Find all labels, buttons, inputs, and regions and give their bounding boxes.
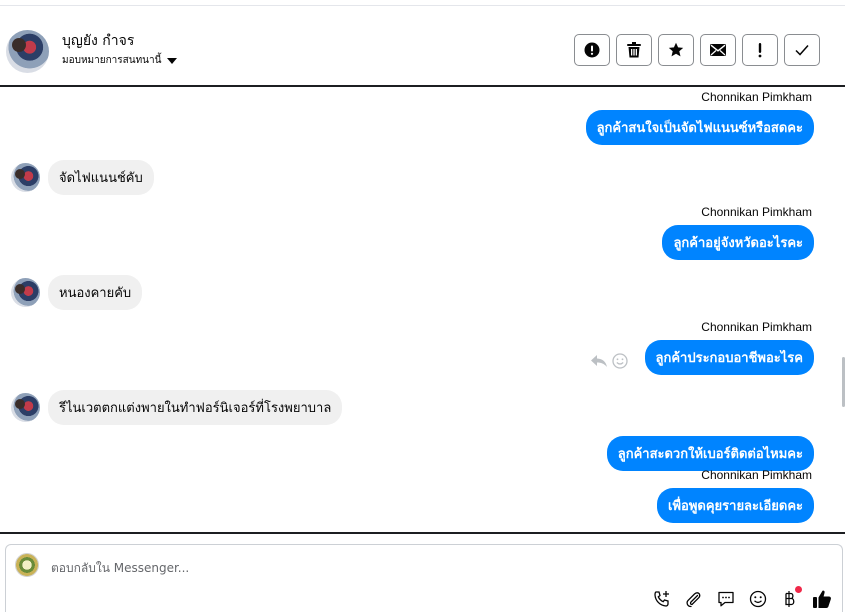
mark-done-button[interactable] xyxy=(784,34,820,66)
page-avatar xyxy=(15,553,39,577)
incoming-message[interactable]: รีไนเวตตกแต่งพายในทำฟอร์นิเจอร์ที่โรงพยา… xyxy=(48,390,343,425)
reply-icon[interactable] xyxy=(590,354,608,368)
assign-label: มอบหมายการสนทนานี้ xyxy=(62,55,162,66)
emoji-icon xyxy=(749,590,767,608)
incoming-message[interactable]: หนองคายคับ xyxy=(48,275,143,310)
emoji-button[interactable] xyxy=(748,589,768,609)
sender-name: Chonnikan Pimkham xyxy=(701,468,812,482)
composer-divider xyxy=(0,532,845,534)
mail-icon xyxy=(710,44,726,56)
alert-button[interactable] xyxy=(574,34,610,66)
message-thread[interactable]: Chonnikan Pimkham ลูกค้าสนใจเป็นจัดไฟแนน… xyxy=(0,87,845,532)
mark-unread-button[interactable] xyxy=(700,34,736,66)
incoming-message-row: รีไนเวตตกแต่งพายในทำฟอร์นิเจอร์ที่โรงพยา… xyxy=(11,390,343,425)
notification-dot xyxy=(795,586,802,593)
star-icon xyxy=(668,42,684,57)
contact-avatar-small[interactable] xyxy=(11,163,40,192)
outgoing-message[interactable]: ลูกค้าสะดวกให้เบอร์ติดต่อไหมคะ xyxy=(606,436,814,471)
header-actions xyxy=(574,34,820,66)
message-tools xyxy=(590,353,628,369)
payment-button[interactable] xyxy=(780,586,802,609)
contact-avatar-small[interactable] xyxy=(11,278,40,307)
outgoing-message[interactable]: เพื่อพูดคุยรายละเอียดคะ xyxy=(657,488,814,523)
baht-icon xyxy=(785,591,795,607)
phone-add-icon xyxy=(654,591,669,607)
outgoing-message[interactable]: ลูกค้าสนใจเป็นจัดไฟแนนซ์หรือสดคะ xyxy=(585,110,814,145)
incoming-message-row: จัดไฟแนนช์คับ xyxy=(11,160,154,195)
incoming-message[interactable]: จัดไฟแนนช์คับ xyxy=(48,160,154,195)
check-icon xyxy=(795,45,809,56)
sender-name: Chonnikan Pimkham xyxy=(701,90,812,104)
caret-down-icon xyxy=(167,57,178,64)
alert-icon xyxy=(584,42,600,58)
attach-button[interactable] xyxy=(684,589,704,609)
chat-bubble-icon xyxy=(718,591,734,607)
trash-icon xyxy=(627,42,641,58)
star-button[interactable] xyxy=(658,34,694,66)
spam-button[interactable] xyxy=(742,34,778,66)
delete-button[interactable] xyxy=(616,34,652,66)
sender-name: Chonnikan Pimkham xyxy=(701,320,812,334)
sender-name: Chonnikan Pimkham xyxy=(701,205,812,219)
call-button[interactable] xyxy=(652,589,672,609)
like-button[interactable] xyxy=(812,589,832,609)
assign-conversation-dropdown[interactable]: มอบหมายการสนทนานี้ xyxy=(62,53,178,68)
outgoing-message[interactable]: ลูกค้าประกอบอาชีพอะไรค xyxy=(644,340,814,375)
exclamation-icon xyxy=(758,43,762,58)
contact-name[interactable]: บุญยัง กำจร xyxy=(62,30,134,52)
incoming-message-row: หนองคายคับ xyxy=(11,275,143,310)
outgoing-message[interactable]: ลูกค้าอยู่จังหวัดอะไรคะ xyxy=(662,225,814,260)
contact-avatar[interactable] xyxy=(6,30,49,73)
reply-input[interactable]: ตอบกลับใน Messenger... xyxy=(51,559,189,578)
paperclip-icon xyxy=(686,592,701,608)
thumbs-up-icon xyxy=(813,590,831,608)
reply-composer: ตอบกลับใน Messenger... xyxy=(5,544,843,612)
composer-toolbar xyxy=(652,586,832,609)
contact-avatar-small[interactable] xyxy=(11,393,40,422)
saved-replies-button[interactable] xyxy=(716,589,736,609)
react-emoji-icon[interactable] xyxy=(612,353,628,369)
conversation-header: บุญยัง กำจร มอบหมายการสนทนานี้ xyxy=(0,6,845,85)
